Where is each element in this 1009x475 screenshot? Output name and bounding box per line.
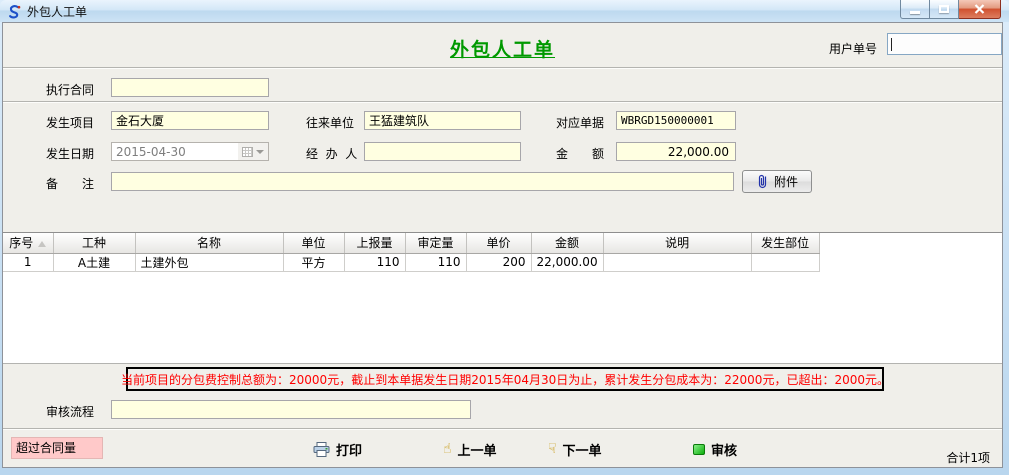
detail-grid: 序号工种名称单位上报量审定量单价金额说明发生部位1A土建土建外包平方110110… (3, 233, 830, 272)
print-button-label: 打印 (336, 440, 362, 459)
column-header[interactable]: 序号 (3, 233, 53, 253)
previous-order-label: 上一单 (458, 440, 497, 459)
table-cell: 1 (3, 253, 53, 271)
hand-up-icon: ☝ (443, 442, 452, 456)
table-cell: 平方 (283, 253, 344, 271)
attachment-button[interactable]: 附件 (742, 170, 812, 193)
warning-text: 当前项目的分包费控制总额为：20000元，截止到本单据发生日期2015年04月3… (121, 371, 889, 388)
table-row[interactable]: 1A土建土建外包平方11011020022,000.00 (3, 253, 830, 271)
printer-icon (313, 442, 330, 457)
date-input[interactable]: 2015-04-30 (111, 142, 269, 161)
status-badge-text: 超过合同量 (16, 441, 76, 455)
green-square-icon (693, 444, 705, 455)
column-header[interactable]: 说明 (603, 233, 751, 253)
table-cell (751, 253, 819, 271)
user-no-input[interactable] (887, 33, 1002, 55)
table-filler (819, 253, 830, 271)
over-budget-warning: 当前项目的分包费控制总额为：20000元，截止到本单据发生日期2015年04月3… (126, 367, 884, 391)
text-caret (891, 38, 892, 51)
table-cell: 110 (405, 253, 466, 271)
handler-input[interactable] (364, 142, 521, 161)
audit-flow-input[interactable] (111, 400, 471, 419)
doc-no-value: WBRGD150000001 (621, 114, 714, 127)
attachment-button-label: 附件 (774, 173, 798, 190)
amount-label: 金 额 (556, 145, 604, 162)
calendar-dropdown-button[interactable] (238, 143, 268, 160)
column-header[interactable]: 审定量 (405, 233, 466, 253)
doc-no-label: 对应单据 (556, 114, 604, 131)
print-button[interactable]: 打印 (313, 440, 362, 458)
column-header[interactable]: 单位 (283, 233, 344, 253)
doc-no-input[interactable]: WBRGD150000001 (616, 111, 736, 130)
project-value: 金石大厦 (116, 114, 164, 128)
project-label: 发生项目 (46, 114, 94, 131)
column-header[interactable]: 单价 (466, 233, 531, 253)
total-count: 合计1项 (946, 449, 990, 466)
status-badge: 超过合同量 (11, 437, 103, 459)
counterparty-input[interactable]: 王猛建筑队 (364, 111, 521, 130)
counterparty-value: 王猛建筑队 (369, 114, 429, 128)
handler-label: 经 办 人 (306, 145, 357, 162)
column-header[interactable]: 发生部位 (751, 233, 819, 253)
table-cell: 110 (344, 253, 405, 271)
column-header[interactable]: 上报量 (344, 233, 405, 253)
table-cell: 200 (466, 253, 531, 271)
calendar-icon (242, 147, 253, 157)
form-panel: 外包人工单 用户单号 执行合同 发生项目 金石大厦 往来单位 王猛建筑队 对应单… (2, 22, 1003, 468)
table-filler (819, 233, 830, 253)
separator (3, 101, 1002, 103)
column-header[interactable]: 金额 (531, 233, 603, 253)
close-button[interactable] (959, 0, 1001, 19)
next-order-button[interactable]: ☟ 下一单 (548, 440, 602, 458)
exec-contract-input[interactable] (111, 78, 269, 97)
column-header[interactable]: 工种 (53, 233, 135, 253)
paperclip-icon (756, 174, 769, 189)
window-controls (900, 0, 1001, 19)
exec-contract-label: 执行合同 (46, 81, 94, 98)
maximize-icon (939, 5, 949, 13)
date-value: 2015-04-30 (112, 145, 238, 159)
remark-input[interactable] (111, 172, 734, 191)
project-input[interactable]: 金石大厦 (111, 111, 269, 130)
table-cell: 土建外包 (135, 253, 283, 271)
maximize-button[interactable] (930, 0, 959, 19)
table-cell: A土建 (53, 253, 135, 271)
sort-ascending-icon (38, 241, 46, 247)
close-icon (974, 4, 985, 14)
title-bar: 外包人工单 (0, 0, 1009, 22)
chevron-down-icon (256, 150, 264, 158)
app-logo-icon (6, 4, 22, 20)
column-header[interactable]: 名称 (135, 233, 283, 253)
amount-value: 22,000.00 (668, 145, 729, 159)
minimize-button[interactable] (900, 0, 930, 19)
audit-button-label: 审核 (711, 440, 737, 459)
hand-down-icon: ☟ (548, 442, 557, 456)
audit-button[interactable]: 审核 (693, 440, 737, 458)
app-window: { "window": { "title": "外包人工单" }, "heade… (0, 0, 1009, 475)
date-label: 发生日期 (46, 145, 94, 162)
separator (3, 67, 1002, 69)
amount-input[interactable]: 22,000.00 (616, 142, 736, 161)
counterparty-label: 往来单位 (306, 114, 354, 131)
table-header-row: 序号工种名称单位上报量审定量单价金额说明发生部位 (3, 233, 830, 253)
detail-table: 序号工种名称单位上报量审定量单价金额说明发生部位1A土建土建外包平方110110… (3, 232, 1002, 364)
audit-flow-label: 审核流程 (46, 403, 94, 420)
table-cell: 22,000.00 (531, 253, 603, 271)
remark-label: 备 注 (46, 175, 94, 192)
separator (3, 428, 1002, 430)
previous-order-button[interactable]: ☝ 上一单 (443, 440, 497, 458)
next-order-label: 下一单 (563, 440, 602, 459)
minimize-icon (910, 11, 920, 14)
window-title: 外包人工单 (27, 3, 87, 20)
table-cell (603, 253, 751, 271)
user-no-label: 用户单号 (829, 40, 877, 57)
